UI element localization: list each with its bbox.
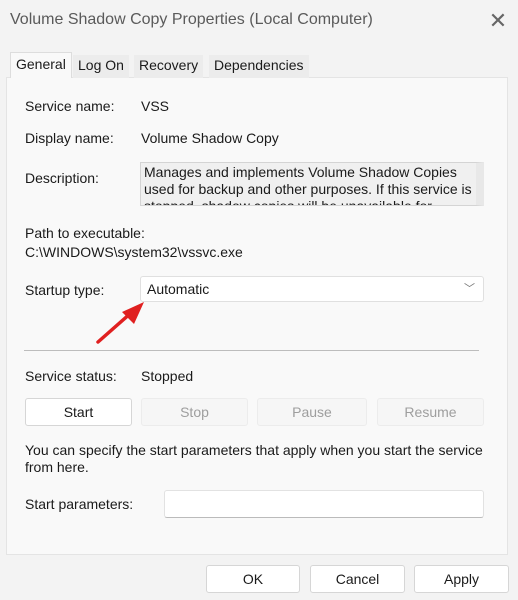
description-text[interactable]: Manages and implements Volume Shadow Cop… [140, 162, 484, 206]
chevron-down-icon: ﹀ [464, 283, 475, 295]
service-name-value: VSS [141, 98, 170, 114]
startup-type-value: Automatic [147, 281, 210, 297]
divider [24, 350, 479, 351]
path-label: Path to executable: [25, 225, 145, 241]
general-panel [6, 77, 508, 555]
start-button[interactable]: Start [25, 398, 132, 426]
start-params-input[interactable] [164, 490, 484, 518]
tab-recovery[interactable]: Recovery [134, 55, 204, 78]
path-value: C:\WINDOWS\system32\vssvc.exe [25, 244, 243, 260]
service-status-value: Stopped [141, 368, 194, 384]
resume-button[interactable]: Resume [377, 398, 484, 426]
pause-button[interactable]: Pause [257, 398, 367, 426]
startup-type-select[interactable]: Automatic ﹀ [140, 276, 484, 302]
startup-type-label: Startup type: [25, 282, 105, 298]
display-name-label: Display name: [25, 130, 114, 146]
red-arrow-annotation [96, 302, 144, 344]
apply-button[interactable]: Apply [414, 565, 509, 593]
window-title: Volume Shadow Copy Properties (Local Com… [10, 11, 373, 28]
start-params-label: Start parameters: [25, 496, 134, 512]
cancel-button[interactable]: Cancel [310, 565, 405, 593]
tab-dependencies[interactable]: Dependencies [209, 55, 309, 78]
display-name-value: Volume Shadow Copy [141, 130, 279, 146]
description-label: Description: [25, 170, 99, 186]
tab-general[interactable]: General [10, 52, 72, 78]
tab-log-on[interactable]: Log On [73, 55, 129, 78]
service-name-label: Service name: [25, 98, 115, 114]
close-icon[interactable]: ✕ [484, 8, 512, 36]
stop-button[interactable]: Stop [141, 398, 248, 426]
service-status-label: Service status: [25, 368, 117, 384]
ok-button[interactable]: OK [206, 565, 300, 593]
start-params-hint: You can specify the start parameters tha… [25, 442, 483, 475]
